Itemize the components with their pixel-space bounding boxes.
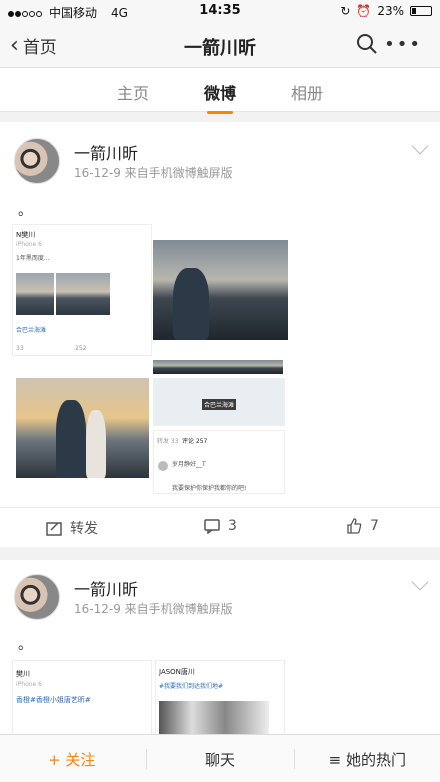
post-photo[interactable] — [16, 378, 149, 478]
embedded-subtitle: iPhone 6 — [16, 681, 42, 688]
map-label: 合巴兰海滩 — [202, 399, 237, 410]
photo-thumbnail — [16, 273, 54, 315]
nav-bar: ‹ 首页 一箭川昕 ••• — [0, 22, 440, 68]
repost-label: 转发 — [70, 521, 98, 537]
search-icon — [357, 34, 377, 54]
map-screenshot[interactable]: 合巴兰海滩 — [153, 378, 285, 426]
thumbs-up-icon — [347, 518, 362, 534]
profile-tabs: 主页 微博 相册 — [0, 68, 440, 114]
embedded-title: 樊川 — [16, 670, 30, 678]
post-username[interactable]: 一箭川昕 — [74, 576, 138, 600]
divider — [146, 749, 147, 769]
post-meta: 16-12-9 来自手机微博触屏版 — [74, 166, 233, 180]
like-button[interactable]: 7 — [346, 518, 379, 534]
post-photo[interactable] — [153, 240, 288, 340]
like-count: 7 — [370, 518, 379, 534]
post-meta: 16-12-9 来自手机微博触屏版 — [74, 602, 233, 616]
comment-button[interactable]: 3 — [204, 518, 237, 534]
embedded-title: JASON唐川 — [159, 668, 195, 676]
tab-home[interactable]: 主页 — [117, 80, 149, 104]
post-actions: 转发 3 7 — [0, 507, 440, 545]
embedded-subtitle: iPhone 6 — [16, 241, 42, 248]
embedded-commenter: 岁月静好__T — [172, 461, 206, 468]
divider — [294, 749, 295, 769]
status-bar: 中国移动 4G 14:35 ↻ ⏰ 23% — [0, 0, 440, 22]
bottom-bar: + 关注 聊天 ≡ 她的热门 — [0, 734, 440, 782]
embedded-screenshot[interactable]: JASON唐川 #我要我们到达我们地# — [155, 660, 285, 740]
post-text: 。 — [18, 637, 32, 653]
tab-album[interactable]: 相册 — [291, 80, 323, 104]
chat-button[interactable]: 聊天 — [205, 751, 235, 769]
embedded-text: 1年黑而度... — [16, 255, 50, 262]
photo-thumbnail — [56, 273, 110, 315]
alarm-icon: ⏰ — [356, 4, 372, 18]
post-text: 。 — [18, 203, 32, 219]
embedded-screenshot[interactable]: 樊川 iPhone 6 香橙#香橙小姐唐艺昕# — [12, 660, 152, 740]
lock-rotation-icon: ↻ — [340, 4, 351, 18]
search-button[interactable] — [356, 33, 378, 59]
post-username[interactable]: 一箭川昕 — [74, 140, 138, 164]
more-button[interactable]: ••• — [384, 34, 422, 55]
post-card[interactable]: 一箭川昕 16-12-9 来自手机微博触屏版 。 N樊川 iPhone 6 1年… — [0, 122, 440, 547]
embedded-tab-comment: 评论 257 — [182, 438, 208, 445]
embedded-text: #我要我们到达我们地# — [159, 683, 224, 690]
embedded-title: N樊川 — [16, 231, 36, 239]
her-hot-button[interactable]: ≡ 她的热门 — [329, 749, 406, 770]
tab-weibo[interactable]: 微博 — [204, 80, 236, 114]
battery-percent: 23% — [377, 4, 404, 18]
comment-count: 3 — [228, 518, 237, 534]
embedded-location: 合巴兰海滩 — [16, 327, 47, 334]
repost-icon — [46, 522, 62, 536]
avatar — [158, 461, 168, 471]
repost-button[interactable]: 转发 — [46, 518, 98, 538]
chevron-down-icon[interactable] — [411, 573, 429, 591]
comments-screenshot[interactable]: 转发 33 评论 257 岁月静好__T 我要保护你保护我都你的吧! — [153, 430, 285, 494]
photo-thumbnail — [153, 360, 283, 374]
chevron-down-icon[interactable] — [411, 137, 429, 155]
follow-button[interactable]: + 关注 — [48, 749, 95, 770]
avatar[interactable] — [14, 574, 60, 620]
embedded-comment: 我要保护你保护我都你的吧! — [172, 485, 247, 492]
embedded-comments: 252 — [75, 345, 87, 352]
avatar[interactable] — [14, 138, 60, 184]
battery-icon — [410, 6, 432, 16]
more-icon: ••• — [384, 34, 422, 55]
comment-icon — [204, 519, 220, 534]
embedded-tab-repost: 转发 33 — [157, 438, 179, 445]
embedded-screenshot[interactable]: N樊川 iPhone 6 1年黑而度... 合巴兰海滩 33 252 — [12, 224, 152, 356]
post-card[interactable]: 一箭川昕 16-12-9 来自手机微博触屏版 。 樊川 iPhone 6 香橙#… — [0, 560, 440, 740]
embedded-reposts: 33 — [16, 345, 24, 352]
embedded-text: 香橙#香橙小姐唐艺昕# — [16, 696, 91, 704]
